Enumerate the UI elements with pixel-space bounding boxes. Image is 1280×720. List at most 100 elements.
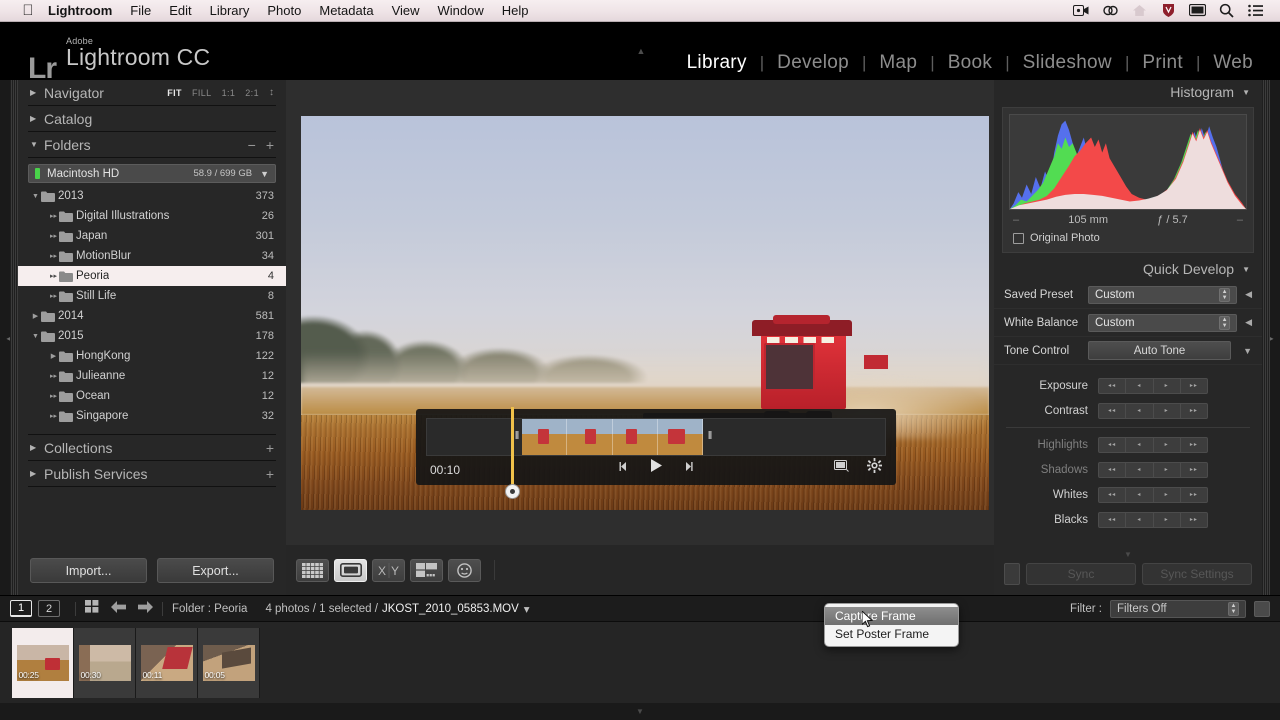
- right-panel-grip[interactable]: [1262, 80, 1270, 595]
- subfolder-marker-icon[interactable]: ▸▸: [48, 292, 59, 300]
- menu-lightroom[interactable]: Lightroom: [38, 0, 121, 22]
- menu-window[interactable]: Window: [429, 0, 493, 22]
- checkbox-icon[interactable]: [1013, 232, 1024, 244]
- whites-increase-small[interactable]: ▸: [1154, 487, 1181, 502]
- menu-library[interactable]: Library: [201, 0, 259, 22]
- volume-chevron-down-icon[interactable]: ▼: [260, 169, 269, 179]
- filmstrip-item[interactable]: 00:11: [136, 627, 198, 698]
- grid-view-button[interactable]: [296, 558, 329, 582]
- menu-photo[interactable]: Photo: [258, 0, 310, 22]
- zoom-1-1[interactable]: 1:1: [222, 88, 236, 98]
- filmstrip-thumbnail[interactable]: 00:25: [16, 644, 69, 681]
- contrast-increase-large[interactable]: ▸▸: [1181, 404, 1207, 418]
- highlights-increase-small[interactable]: ▸: [1154, 437, 1181, 452]
- current-filename[interactable]: JKOST_2010_05853.MOV: [382, 603, 519, 615]
- video-scrubber-bar[interactable]: ‖ ‖ 00:10: [416, 406, 896, 499]
- blacks-decrease-small[interactable]: ◂: [1126, 512, 1154, 527]
- chevron-right-icon[interactable]: ▶: [30, 312, 41, 320]
- whites-decrease-large[interactable]: ◂◂: [1099, 487, 1127, 502]
- zoom-fill[interactable]: FILL: [192, 88, 212, 98]
- right-panel-collapse-arrow-icon[interactable]: ▼: [994, 550, 1262, 559]
- subfolder-marker-icon[interactable]: ▸▸: [48, 232, 59, 240]
- filter-select[interactable]: Filters Off ▲ ▼: [1110, 599, 1246, 618]
- module-library[interactable]: Library: [674, 52, 760, 74]
- menu-help[interactable]: Help: [493, 0, 538, 22]
- folder-row[interactable]: ▶ 2014 581: [18, 306, 286, 326]
- publish-services-panel-header[interactable]: ▶ Publish Services +: [18, 461, 286, 486]
- folder-row[interactable]: ▸▸ MotionBlur 34: [18, 246, 286, 266]
- filmstrip-item[interactable]: 00:30: [74, 627, 136, 698]
- contrast-increase-small[interactable]: ▸: [1154, 403, 1181, 418]
- frame-capture-icon[interactable]: [834, 459, 849, 477]
- add-collection-button[interactable]: +: [266, 441, 274, 455]
- chevron-right-icon[interactable]: ▶: [48, 352, 59, 360]
- left-panel-grip[interactable]: [10, 80, 18, 595]
- export-button[interactable]: Export...: [157, 558, 274, 583]
- folder-row[interactable]: ▼ 2015 178: [18, 326, 286, 346]
- zoom-fit[interactable]: FIT: [167, 88, 182, 98]
- subfolder-marker-icon[interactable]: ▸▸: [48, 392, 59, 400]
- shield-icon[interactable]: [1155, 1, 1181, 21]
- shadows-decrease-small[interactable]: ◂: [1126, 462, 1154, 477]
- whites-stepper-group[interactable]: ◂◂ ◂ ▸ ▸▸: [1098, 486, 1208, 503]
- subfolder-marker-icon[interactable]: ▸▸: [48, 252, 59, 260]
- exposure-increase-large[interactable]: ▸▸: [1181, 379, 1207, 393]
- module-slideshow[interactable]: Slideshow: [1010, 52, 1125, 74]
- contrast-stepper-group[interactable]: ◂◂ ◂ ▸ ▸▸: [1098, 402, 1208, 419]
- gear-icon[interactable]: [867, 457, 882, 478]
- chevron-right-icon[interactable]: ▶: [30, 88, 44, 97]
- folder-row-peoria-selected[interactable]: ▸▸ Peoria 4: [18, 266, 286, 286]
- loupe-photo-area[interactable]: ‖ ‖ 00:10: [286, 80, 1004, 545]
- highlights-decrease-small[interactable]: ◂: [1126, 437, 1154, 452]
- stepper-icon[interactable]: ▲ ▼: [1228, 601, 1239, 616]
- subfolder-marker-icon[interactable]: ▸▸: [48, 412, 59, 420]
- dropbox-icon[interactable]: [1126, 1, 1152, 21]
- video-playhead-knob[interactable]: [505, 483, 520, 499]
- folder-row[interactable]: ▸▸ Singapore 32: [18, 406, 286, 426]
- subfolder-marker-icon[interactable]: ▸▸: [48, 372, 59, 380]
- highlights-stepper-group[interactable]: ◂◂ ◂ ▸ ▸▸: [1098, 436, 1208, 453]
- page-button-1[interactable]: 1: [10, 600, 32, 617]
- chevron-down-icon[interactable]: ▼: [30, 333, 41, 340]
- chevron-down-icon[interactable]: ▼: [1242, 265, 1250, 274]
- loupe-view-button[interactable]: [334, 558, 367, 582]
- exposure-increase-small[interactable]: ▸: [1154, 378, 1181, 393]
- topbar-collapse-arrow-icon[interactable]: ▲: [634, 46, 648, 56]
- module-print[interactable]: Print: [1129, 52, 1196, 74]
- menu-item-capture-frame[interactable]: Capture Frame: [825, 607, 958, 625]
- shadows-increase-large[interactable]: ▸▸: [1181, 463, 1207, 477]
- sync-settings-button[interactable]: Sync Settings: [1142, 563, 1252, 585]
- page-button-2[interactable]: 2: [38, 600, 60, 617]
- histogram-panel-header[interactable]: Histogram ▼: [994, 80, 1262, 104]
- filmstrip-thumbnail[interactable]: 00:30: [78, 644, 131, 681]
- trim-end-handle[interactable]: ‖: [706, 419, 714, 455]
- filename-chevron-down-icon[interactable]: ▾: [524, 602, 530, 616]
- grid-toggle-icon[interactable]: [85, 599, 99, 618]
- chevron-right-icon[interactable]: ▶: [30, 469, 44, 478]
- menu-file[interactable]: File: [121, 0, 160, 22]
- menu-view[interactable]: View: [383, 0, 429, 22]
- menu-item-set-poster-frame[interactable]: Set Poster Frame: [825, 625, 958, 643]
- subfolder-marker-icon[interactable]: ▸▸: [48, 272, 59, 280]
- catalog-panel-header[interactable]: ▶ Catalog: [18, 106, 286, 131]
- compare-view-button[interactable]: XY: [372, 558, 405, 582]
- original-photo-toggle[interactable]: Original Photo: [1009, 227, 1247, 246]
- whites-decrease-small[interactable]: ◂: [1126, 487, 1154, 502]
- folder-row[interactable]: ▸▸ Ocean 12: [18, 386, 286, 406]
- folder-row[interactable]: ▼ 2013 373: [18, 186, 286, 206]
- import-button[interactable]: Import...: [30, 558, 147, 583]
- tone-control-chevron-down-icon[interactable]: ▼: [1243, 346, 1252, 356]
- people-view-button[interactable]: [448, 558, 481, 582]
- module-map[interactable]: Map: [866, 52, 930, 74]
- trim-start-handle[interactable]: ‖: [513, 419, 521, 455]
- folder-row[interactable]: ▶ HongKong 122: [18, 346, 286, 366]
- auto-tone-button[interactable]: Auto Tone: [1088, 341, 1232, 360]
- highlights-increase-large[interactable]: ▸▸: [1181, 438, 1207, 452]
- exposure-stepper-group[interactable]: ◂◂ ◂ ▸ ▸▸: [1098, 377, 1208, 394]
- filmstrip-thumbnail[interactable]: 00:11: [140, 644, 193, 681]
- next-frame-icon[interactable]: [683, 459, 694, 477]
- menu-edit[interactable]: Edit: [160, 0, 200, 22]
- filmstrip-thumbnail[interactable]: 00:05: [202, 644, 255, 681]
- volume-row-macintosh-hd[interactable]: Macintosh HD 58.9 / 699 GB ▼: [28, 164, 276, 183]
- prev-frame-icon[interactable]: [618, 459, 629, 477]
